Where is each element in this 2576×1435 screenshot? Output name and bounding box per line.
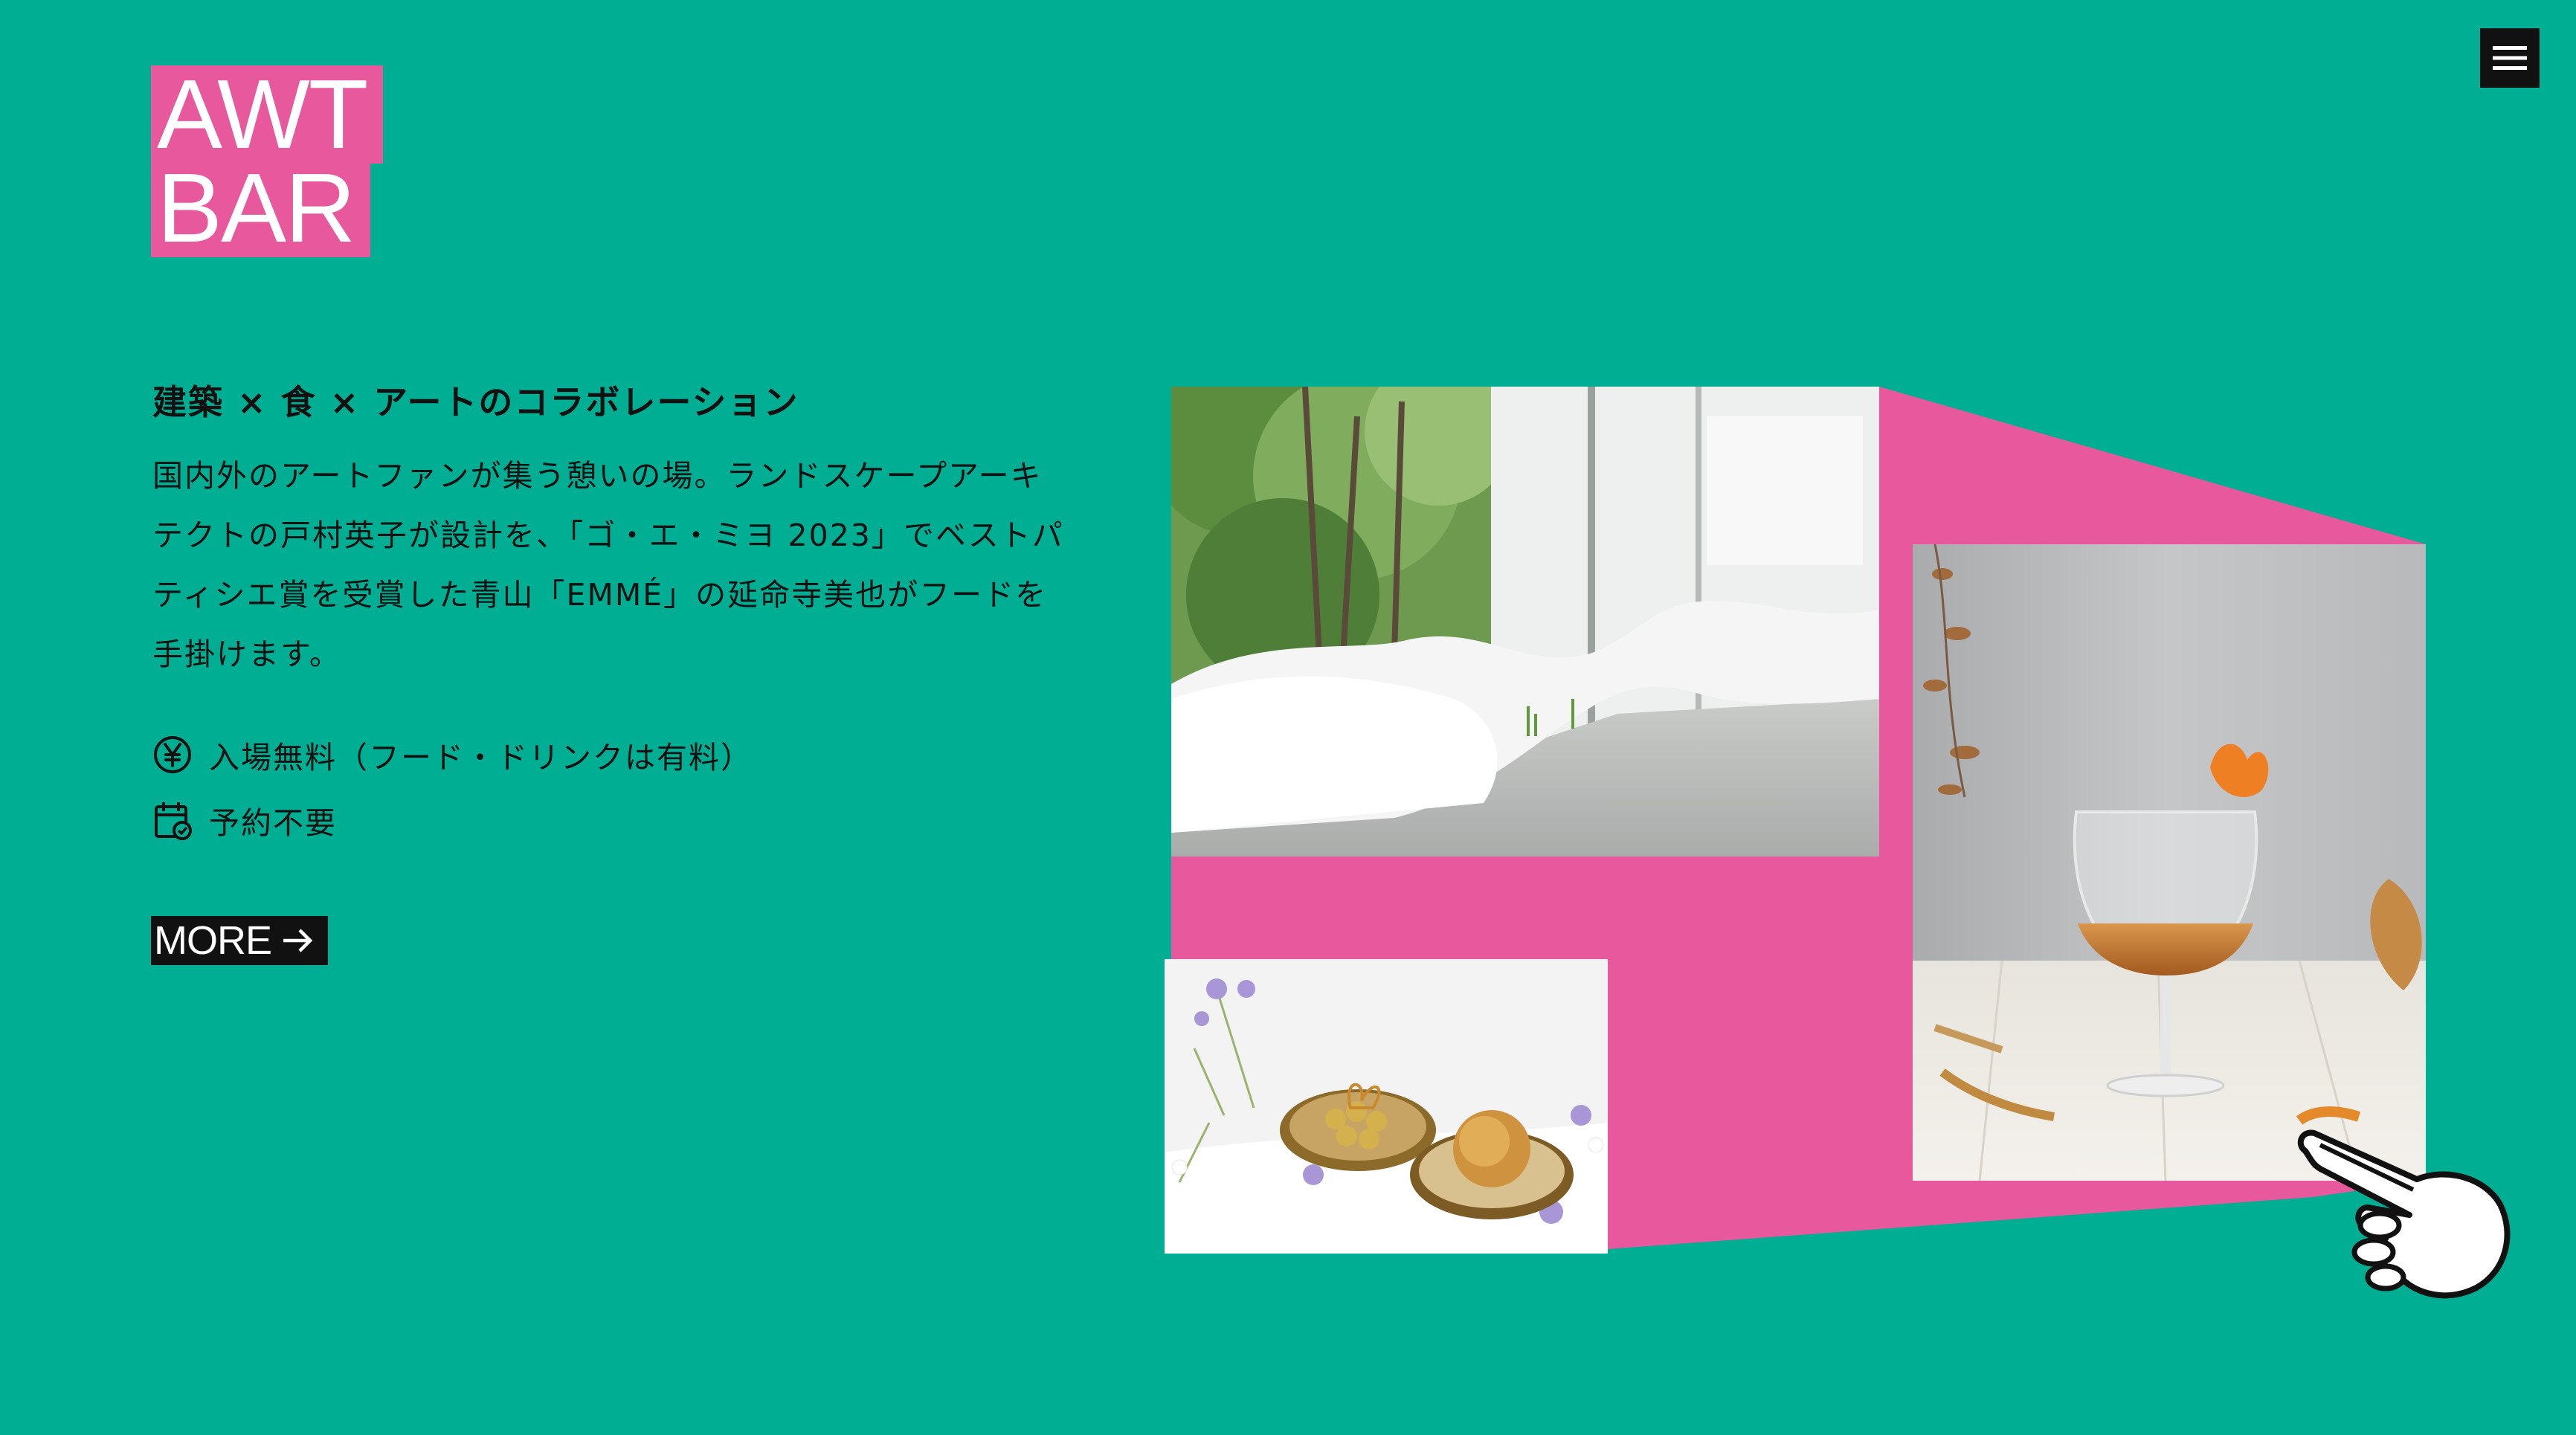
sweets-plate-photo [1165,959,1608,1254]
interior-garden-photo [1171,387,1879,857]
cocktail-glass-photo [1913,544,2426,1181]
pointing-hand-icon [2297,1129,2511,1299]
